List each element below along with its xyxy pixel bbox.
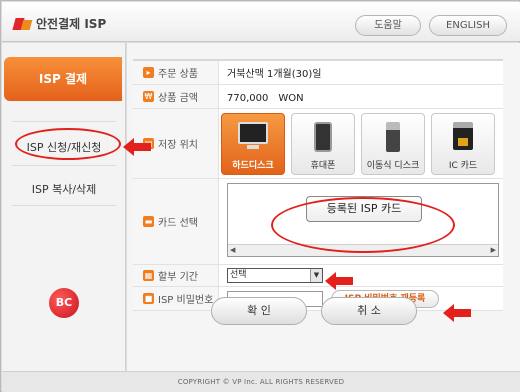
- storage-device-list: 하드디스크 휴대폰 이동식 디스크 IC 카드: [221, 113, 495, 175]
- storage-ic-card-button[interactable]: IC 카드: [431, 113, 495, 175]
- ic-card-icon: [453, 122, 473, 150]
- order-product-value: 거북산맥 1개월(30)일: [227, 69, 322, 80]
- phone-icon: [314, 122, 332, 152]
- annotation-arrow-icon: [123, 138, 151, 156]
- card-icon: ▬: [143, 216, 154, 227]
- nav-item-isp-copy-delete[interactable]: ISP 복사/삭제: [2, 181, 126, 197]
- device-label: IC 카드: [448, 161, 478, 171]
- monitor-icon: [238, 122, 268, 149]
- isp-password-label: ISP 비밀번호: [158, 295, 214, 306]
- left-nav: ISP 결제 ISP 신청/재신청 ISP 복사/삭제 BC: [2, 43, 126, 371]
- product-amount-value: 770,000 WON: [227, 93, 304, 104]
- lock-icon: ■: [143, 293, 154, 304]
- storage-usb-button[interactable]: 이동식 디스크: [361, 113, 425, 175]
- storage-phone-button[interactable]: 휴대폰: [291, 113, 355, 175]
- order-product-label: 주문 상품: [158, 69, 198, 80]
- app-title: 안전결제 ISP: [36, 17, 107, 31]
- english-button[interactable]: ENGLISH: [429, 15, 507, 36]
- order-icon: ▸: [143, 67, 154, 78]
- scroll-right-icon[interactable]: ▶: [491, 246, 496, 254]
- device-label: 휴대폰: [310, 161, 336, 171]
- product-amount-row: ₩ 상품 금액 770,000 WON: [133, 85, 503, 109]
- installment-row: ▦ 할부 기간 선택 ▼: [133, 265, 503, 287]
- isp-window: 안전결제 ISP 도움말 ENGLISH ISP 결제 ISP 신청/재신청 I…: [0, 0, 520, 392]
- confirm-button[interactable]: 확 인: [211, 297, 307, 325]
- annotation-circle: [271, 197, 455, 253]
- installment-selected-value: 선택: [230, 270, 247, 280]
- order-product-row: ▸ 주문 상품 거북산맥 1개월(30)일: [133, 61, 503, 85]
- annotation-arrow-icon: [443, 304, 471, 322]
- header-bar: 안전결제 ISP 도움말 ENGLISH: [2, 2, 520, 42]
- logo: 안전결제 ISP: [12, 15, 107, 32]
- nav-item-isp-payment[interactable]: ISP 결제: [4, 57, 122, 101]
- storage-harddisk-button[interactable]: 하드디스크: [221, 113, 285, 175]
- won-icon: ₩: [143, 91, 154, 102]
- annotation-arrow-icon: [325, 272, 353, 290]
- device-label: 하드디스크: [232, 161, 274, 171]
- storage-label: 저장 위치: [158, 140, 198, 151]
- card-select-label: 카드 선택: [158, 218, 198, 229]
- installment-select[interactable]: 선택 ▼: [227, 268, 323, 283]
- bc-card-logo: BC: [49, 288, 79, 318]
- nav-divider: [12, 165, 116, 166]
- copyright-footer: COPYRIGHT © VP Inc. ALL RIGHTS RESERVED: [2, 371, 520, 392]
- annotation-circle: [15, 128, 121, 160]
- installment-label: 할부 기간: [158, 272, 198, 283]
- device-label: 이동식 디스크: [366, 161, 420, 171]
- calendar-icon: ▦: [143, 270, 154, 281]
- chevron-down-icon[interactable]: ▼: [310, 269, 322, 282]
- vp-logo-icon: [12, 17, 33, 30]
- help-button[interactable]: 도움말: [355, 15, 421, 36]
- storage-row: ▤저장 위치 하드디스크 휴대폰 이동식 디스크: [133, 109, 503, 179]
- nav-divider: [12, 121, 116, 122]
- product-amount-label: 상품 금액: [158, 93, 198, 104]
- payment-form: ▸ 주문 상품 거북산맥 1개월(30)일 ₩ 상품 금액 770,000 WON …: [133, 59, 503, 311]
- scroll-left-icon[interactable]: ◀: [230, 246, 235, 254]
- usb-drive-icon: [386, 122, 400, 152]
- cancel-button[interactable]: 취 소: [321, 297, 417, 325]
- nav-divider: [12, 205, 116, 206]
